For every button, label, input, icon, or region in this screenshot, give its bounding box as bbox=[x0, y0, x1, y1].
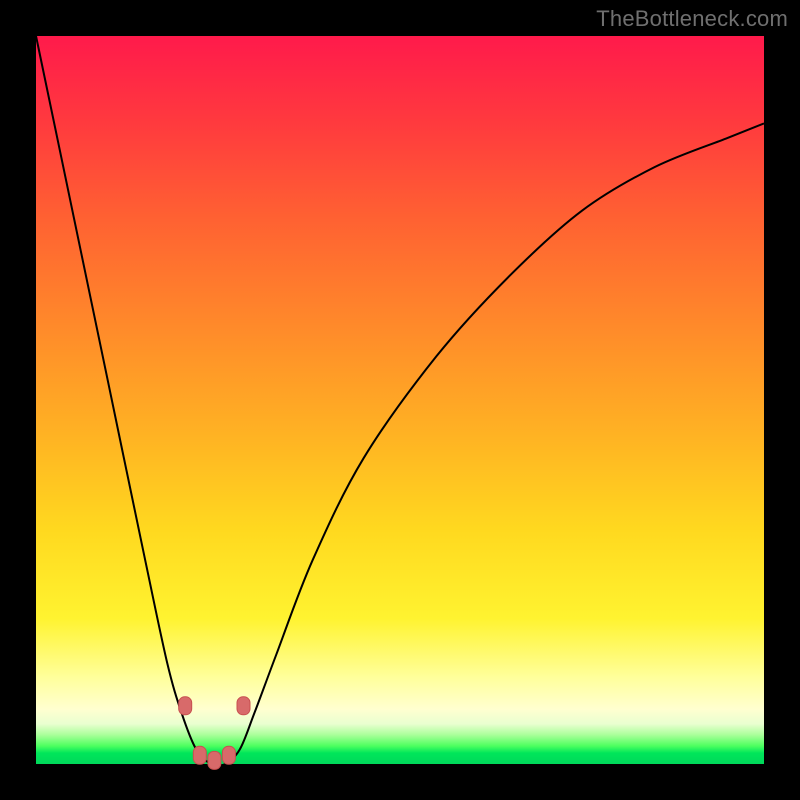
curve-node bbox=[193, 746, 206, 764]
curve-node bbox=[179, 697, 192, 715]
watermark-text: TheBottleneck.com bbox=[596, 6, 788, 32]
curve-node bbox=[222, 746, 235, 764]
plot-area bbox=[36, 36, 764, 764]
curve-node bbox=[208, 751, 221, 769]
chart-frame: TheBottleneck.com bbox=[0, 0, 800, 800]
curve-node bbox=[237, 697, 250, 715]
curve-layer bbox=[36, 36, 764, 764]
bottleneck-curve bbox=[36, 36, 764, 765]
